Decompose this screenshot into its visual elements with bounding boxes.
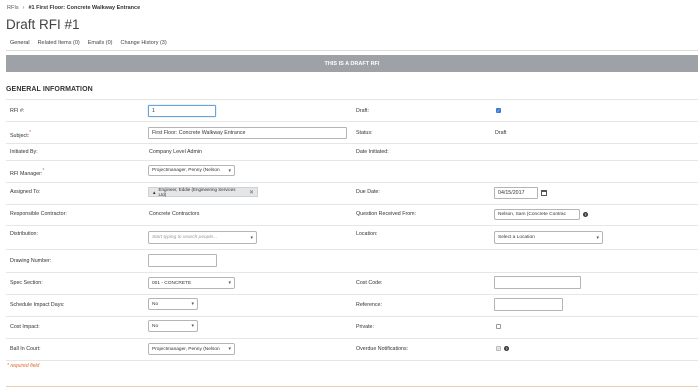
section-title: GENERAL INFORMATION bbox=[6, 86, 93, 93]
spec-section-label: Spec Section: bbox=[10, 280, 43, 286]
location-label: Location: bbox=[356, 231, 378, 237]
breadcrumb-current: #1 First Floor: Concrete Walkway Entranc… bbox=[28, 5, 141, 11]
question-received-from-value: Nelson, Sam (Concrete Contrac bbox=[498, 212, 566, 217]
row-divider bbox=[6, 316, 698, 317]
due-date-value: 04/15/2017 bbox=[498, 190, 525, 196]
chevron-down-icon: ▾ bbox=[191, 323, 194, 329]
required-marker: * bbox=[29, 130, 32, 136]
chevron-down-icon: ▾ bbox=[228, 346, 231, 352]
close-icon[interactable]: ✕ bbox=[249, 189, 254, 196]
rfi-manager-label-text: RFI Manager: bbox=[10, 170, 43, 177]
rfi-number-value: 1 bbox=[152, 108, 155, 114]
chevron-down-icon: ▾ bbox=[596, 234, 599, 241]
draft-banner: THIS IS A DRAFT RFI bbox=[6, 55, 698, 72]
rfi-manager-label: RFI Manager:* bbox=[10, 168, 44, 177]
draft-banner-text: THIS IS A DRAFT RFI bbox=[324, 60, 380, 67]
rfi-manager-select[interactable]: Projectmanager, Penny (Nelson ▾ bbox=[148, 165, 235, 176]
spec-section-select[interactable]: 001 - CONCRETE ▾ bbox=[148, 277, 235, 289]
status-label: Status: bbox=[356, 130, 373, 136]
row-divider bbox=[6, 360, 698, 361]
row-divider bbox=[6, 204, 698, 205]
chevron-down-icon: ▾ bbox=[191, 301, 194, 307]
overdue-notifications-checkbox[interactable]: ✓ bbox=[496, 346, 501, 351]
ball-in-court-label: Ball In Court: bbox=[10, 346, 41, 352]
reference-label: Reference: bbox=[356, 302, 382, 308]
cost-code-label: Cost Code: bbox=[356, 280, 383, 286]
assignee-name: Engineer, Eddie (Engineering Services Lt… bbox=[158, 187, 236, 197]
initiated-by-value: Company Level Admin bbox=[149, 149, 202, 155]
subject-label-text: Subject: bbox=[10, 132, 30, 139]
row-divider bbox=[6, 249, 698, 250]
chevron-down-icon: ▾ bbox=[228, 167, 231, 174]
schedule-impact-select[interactable]: No ▾ bbox=[148, 298, 198, 310]
private-label: Private: bbox=[356, 324, 374, 330]
question-received-from-select[interactable]: Nelson, Sam (Concrete Contrac bbox=[494, 209, 580, 220]
help-icon[interactable]: ? bbox=[583, 212, 588, 217]
cost-impact-value: No bbox=[152, 323, 159, 329]
location-select[interactable]: Select a Location ▾ bbox=[494, 231, 603, 244]
responsible-contractor-value: Concrete Contractors bbox=[149, 211, 200, 217]
chevron-down-icon: ▾ bbox=[250, 234, 253, 241]
date-initiated-label: Date Initiated: bbox=[356, 149, 389, 155]
subject-value: First Floor: Concrete Walkway Entrance bbox=[152, 130, 246, 136]
row-divider bbox=[6, 294, 698, 295]
row-divider bbox=[6, 143, 698, 144]
drawing-number-input[interactable] bbox=[148, 254, 217, 267]
draft-label: Draft: bbox=[356, 108, 369, 114]
ball-in-court-select[interactable]: Projectmanager, Penny (Nelson ▾ bbox=[148, 343, 235, 355]
row-divider bbox=[6, 121, 698, 122]
distribution-placeholder: Start typing to search people... bbox=[152, 235, 218, 240]
cost-impact-label: Cost Impact: bbox=[10, 324, 40, 330]
schedule-impact-label: Schedule Impact Days: bbox=[10, 302, 65, 308]
tab-divider bbox=[6, 50, 698, 51]
ball-in-court-value: Projectmanager, Penny (Nelson bbox=[152, 346, 220, 352]
reference-input[interactable] bbox=[494, 298, 563, 311]
spec-section-value: 001 - CONCRETE bbox=[152, 280, 192, 286]
assignee-chip: ▲ Engineer, Eddie (Engineering Services … bbox=[148, 187, 258, 197]
chevron-down-icon: ▾ bbox=[228, 280, 231, 286]
draft-checkbox[interactable]: ✓ bbox=[496, 108, 501, 113]
user-icon: ▲ bbox=[152, 189, 157, 195]
responsible-contractor-label: Responsible Contractor: bbox=[10, 211, 67, 217]
due-date-label: Due Date: bbox=[356, 189, 380, 195]
calendar-icon[interactable] bbox=[541, 190, 547, 196]
initiated-by-label: Initiated By: bbox=[10, 149, 38, 155]
footer-divider bbox=[6, 386, 698, 387]
cost-impact-select[interactable]: No ▾ bbox=[148, 320, 198, 332]
required-field-note: * required field bbox=[7, 363, 40, 369]
status-value: Draft bbox=[495, 130, 507, 136]
due-date-input[interactable]: 04/15/2017 bbox=[494, 187, 538, 199]
rfi-number-label: RFI #: bbox=[10, 108, 25, 114]
location-value: Select a Location bbox=[498, 235, 535, 240]
required-marker: * bbox=[42, 168, 45, 174]
row-divider bbox=[6, 182, 698, 183]
assigned-to-label: Assigned To: bbox=[10, 189, 41, 195]
cost-code-input[interactable] bbox=[494, 276, 581, 289]
distribution-label: Distribution: bbox=[10, 231, 38, 237]
private-checkbox[interactable] bbox=[496, 324, 501, 329]
rfi-manager-value: Projectmanager, Penny (Nelson bbox=[152, 168, 220, 173]
subject-label: Subject:* bbox=[10, 130, 31, 139]
breadcrumb-root-link[interactable]: RFIs bbox=[7, 5, 19, 11]
row-divider bbox=[6, 338, 698, 339]
chevron-right-icon: › bbox=[22, 5, 25, 11]
drawing-number-label: Drawing Number: bbox=[10, 258, 52, 264]
row-divider bbox=[6, 160, 698, 161]
subject-input[interactable]: First Floor: Concrete Walkway Entrance bbox=[148, 127, 347, 139]
help-icon[interactable]: ? bbox=[504, 346, 509, 351]
rfi-number-input[interactable]: 1 bbox=[148, 105, 216, 117]
overdue-notifications-label: Overdue Notifications: bbox=[356, 346, 409, 352]
breadcrumb: RFIs › #1 First Floor: Concrete Walkway … bbox=[7, 5, 140, 11]
distribution-select[interactable]: Start typing to search people... ▾ bbox=[148, 231, 257, 244]
question-received-from-label: Question Received From: bbox=[356, 211, 417, 217]
row-divider bbox=[6, 99, 698, 100]
page-title: Draft RFI #1 bbox=[6, 17, 80, 32]
schedule-impact-value: No bbox=[152, 301, 159, 307]
row-divider bbox=[6, 272, 698, 273]
row-divider bbox=[6, 225, 698, 226]
